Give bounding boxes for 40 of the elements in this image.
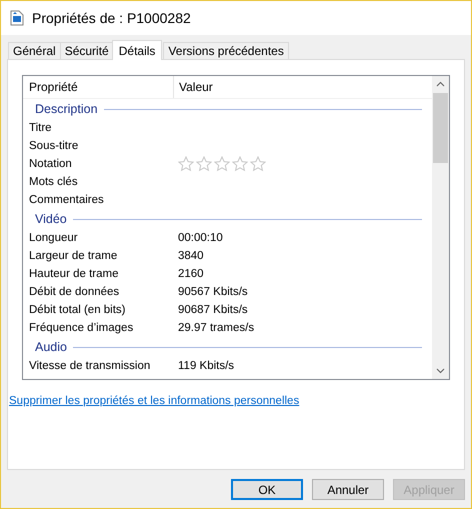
- property-name: Longueur: [28, 232, 79, 244]
- property-name: Largeur de trame: [28, 250, 118, 262]
- property-value: 90687 Kbits/s: [178, 304, 248, 316]
- star-icon: [214, 156, 230, 172]
- property-name: Commentaires: [28, 194, 105, 206]
- star-icon: [196, 156, 212, 172]
- property-name: Débit total (en bits): [28, 304, 127, 316]
- star-icon: [232, 156, 248, 172]
- tab[interactable]: Versions précédentes: [163, 42, 289, 59]
- star-icon: [250, 156, 266, 172]
- scrollbar[interactable]: [432, 76, 449, 379]
- tab[interactable]: Général: [8, 42, 61, 59]
- property-name: Notation: [28, 158, 73, 170]
- file-icon: [10, 10, 24, 26]
- property-value: 3840: [178, 250, 204, 262]
- property-name: Sous-titre: [28, 140, 80, 152]
- property-name: Hauteur de trame: [28, 268, 120, 280]
- property-name: Mots clés: [28, 176, 79, 188]
- section-title: Audio: [35, 340, 68, 354]
- property-name: Fréquence d’images: [28, 322, 134, 334]
- section-title: Vidéo: [35, 212, 68, 226]
- property-value: 29.97 trames/s: [178, 322, 254, 334]
- window-title: Propriétés de : P1000282: [32, 10, 191, 26]
- scrollbar-thumb[interactable]: [433, 93, 448, 163]
- dialog-button[interactable]: OK: [231, 479, 303, 500]
- star-icon: [178, 156, 194, 172]
- property-name: Titre: [28, 122, 53, 134]
- star-rating[interactable]: [178, 156, 266, 172]
- dialog-button[interactable]: Annuler: [312, 479, 384, 500]
- property-value: 00:00:10: [178, 232, 223, 244]
- property-value: 90567 Kbits/s: [178, 286, 248, 298]
- remove-properties-link[interactable]: Supprimer les propriétés et les informations personnelles: [9, 395, 300, 407]
- column-header[interactable]: Valeur: [174, 76, 213, 98]
- column-header[interactable]: Propriété: [23, 76, 174, 98]
- property-name: Débit de données: [28, 286, 120, 298]
- property-name: Vitesse de transmission: [28, 360, 152, 372]
- property-value: 119 Kbits/s: [178, 360, 234, 372]
- property-value: 2160: [178, 268, 204, 280]
- tab[interactable]: Détails: [112, 40, 162, 60]
- section-title: Description: [35, 102, 99, 116]
